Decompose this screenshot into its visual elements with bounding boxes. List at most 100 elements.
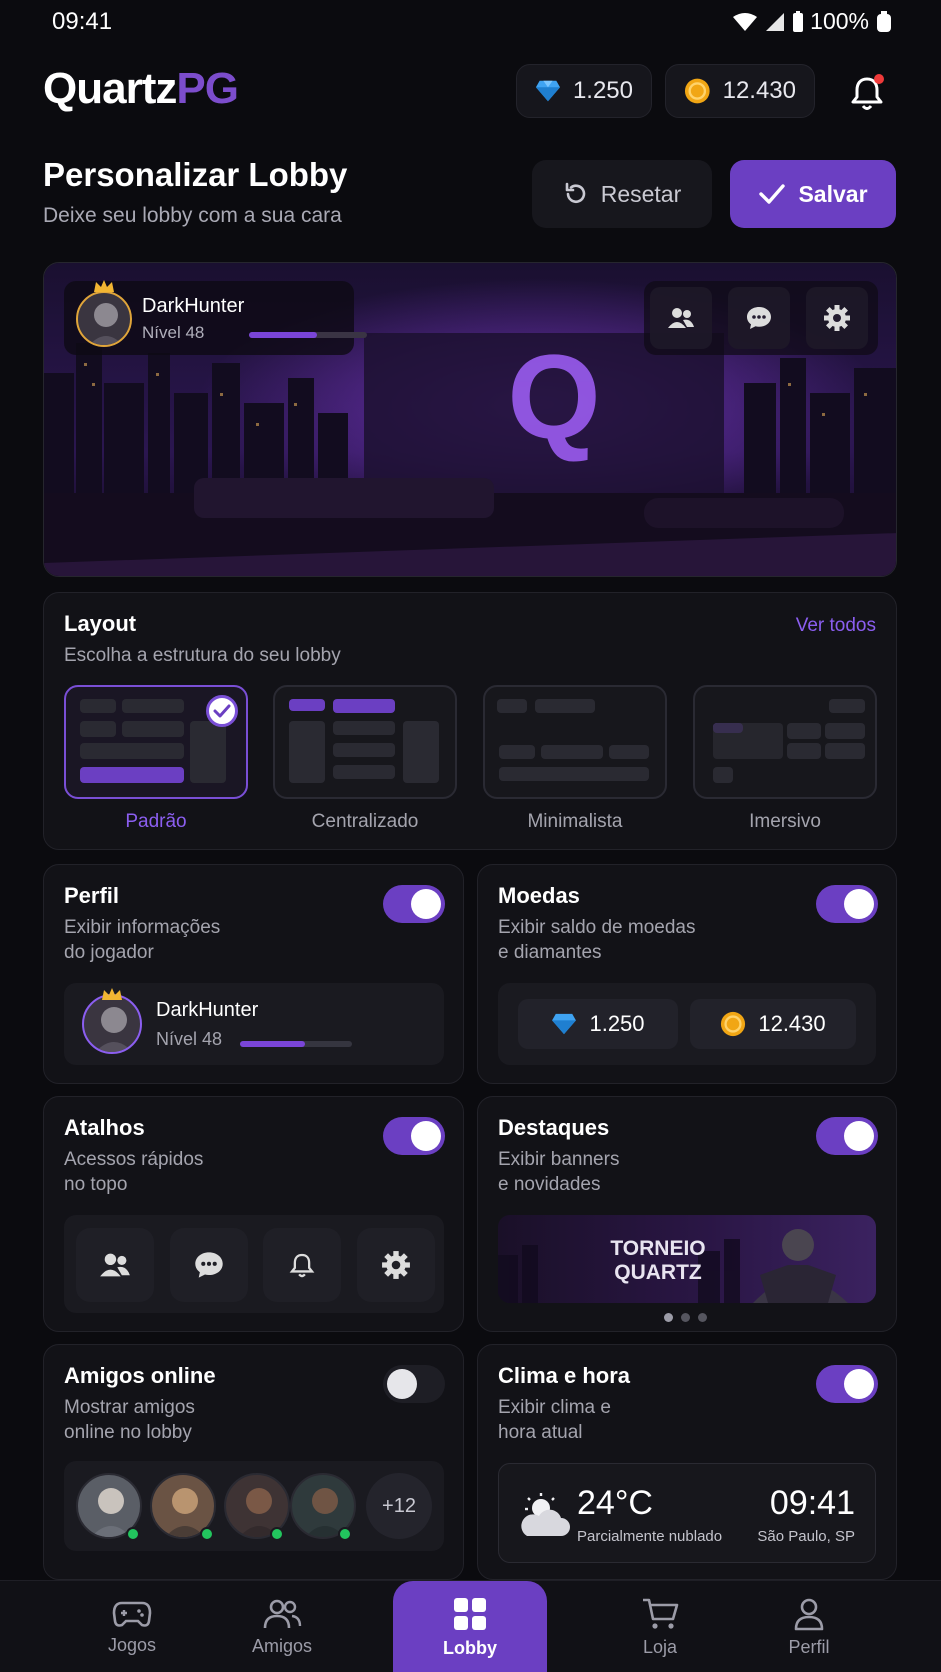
- signal-icon: [766, 12, 785, 31]
- wifi-icon: [733, 12, 758, 31]
- moedas-diamond-pill: 1.250: [518, 999, 678, 1049]
- widget-perfil-card: Perfil Exibir informações do jogador Dark…: [43, 864, 464, 1084]
- amigos-toggle[interactable]: [383, 1365, 445, 1403]
- gamepad-icon: [112, 1601, 152, 1627]
- shortcut-settings[interactable]: [357, 1228, 435, 1302]
- coin-icon: [684, 78, 710, 104]
- users-icon: [263, 1599, 302, 1628]
- layout-option-centralizado[interactable]: [273, 685, 457, 799]
- cart-icon: [643, 1598, 679, 1629]
- perfil-xp-bar: [240, 1041, 352, 1047]
- brand-name-b: PG: [176, 64, 239, 113]
- perfil-xp-fill: [240, 1041, 305, 1047]
- destaques-desc: Exibir banners e novidades: [498, 1149, 620, 1195]
- clima-city: São Paulo, SP: [757, 1528, 855, 1545]
- notification-dot: [874, 74, 884, 84]
- brand-name-a: Quartz: [43, 64, 177, 113]
- perfil-toggle[interactable]: [383, 885, 445, 923]
- chat-icon: [747, 307, 771, 329]
- svg-text:Q: Q: [507, 330, 600, 464]
- layout-title: Layout: [64, 611, 137, 636]
- status-icons: 100%: [732, 8, 893, 35]
- clima-preview: 24°C Parcialmente nublado 09:41 São Paul…: [498, 1463, 876, 1563]
- status-time: 09:41: [52, 8, 113, 35]
- preview-player-level: Nível 48: [142, 323, 205, 342]
- user-icon: [794, 1598, 824, 1630]
- brand-logo[interactable]: QuartzPG: [43, 64, 239, 114]
- banner-pagination: [664, 1313, 707, 1322]
- reset-label: Resetar: [600, 180, 682, 207]
- coin-value: 12.430: [722, 77, 796, 104]
- amigos-desc: Mostrar amigos online no lobby: [64, 1397, 195, 1443]
- save-label: Salvar: [798, 180, 868, 207]
- atalhos-title: Atalhos: [64, 1115, 145, 1140]
- users-icon: [100, 1253, 130, 1277]
- widget-clima-card: Clima e hora Exibir clima e hora atual 24…: [477, 1344, 897, 1580]
- status-bar: 09:41 100%: [0, 0, 941, 48]
- nav-label-lobby: Lobby: [443, 1637, 497, 1658]
- moedas-toggle[interactable]: [816, 885, 878, 923]
- clima-toggle[interactable]: [816, 1365, 878, 1403]
- page-subtitle: Deixe seu lobby com a sua cara: [43, 204, 342, 227]
- coin-icon: [721, 1011, 746, 1037]
- perfil-player-name: DarkHunter: [156, 999, 259, 1021]
- atalhos-toggle[interactable]: [383, 1117, 445, 1155]
- online-dot: [338, 1527, 352, 1541]
- layout-label-imersivo: Imersivo: [749, 811, 821, 832]
- perfil-title: Perfil: [64, 883, 120, 908]
- preview-settings-button: [806, 287, 868, 349]
- layout-option-padrao[interactable]: [64, 685, 248, 799]
- crown-icon: [94, 280, 114, 292]
- widget-destaques-card: Destaques Exibir banners e novidades TORN…: [477, 1096, 897, 1332]
- crown-icon: [102, 988, 122, 1000]
- battery-percent: 100%: [810, 8, 869, 34]
- perfil-desc: Exibir informações do jogador: [64, 917, 221, 963]
- moedas-title: Moedas: [498, 883, 580, 908]
- diamond-balance[interactable]: 1.250: [516, 64, 652, 118]
- save-button[interactable]: Salvar: [730, 160, 896, 228]
- nav-label-amigos: Amigos: [251, 1635, 313, 1656]
- shortcut-chat[interactable]: [170, 1228, 248, 1302]
- clima-temperature: 24°C: [577, 1484, 653, 1522]
- online-dot: [126, 1527, 140, 1541]
- moedas-preview: 1.250 12.430: [498, 983, 876, 1065]
- layout-option-imersivo[interactable]: [693, 685, 877, 799]
- gear-icon: [824, 305, 850, 331]
- reset-button[interactable]: Resetar: [532, 160, 712, 228]
- player-avatar: [76, 291, 132, 347]
- perfil-preview: DarkHunter Nível 48: [64, 983, 444, 1065]
- nav-item-perfil[interactable]: Perfil: [749, 1581, 869, 1672]
- destaques-toggle[interactable]: [816, 1117, 878, 1155]
- clima-time: 09:41: [769, 1484, 855, 1522]
- see-all-link[interactable]: Ver todos: [796, 615, 876, 637]
- nav-item-amigos[interactable]: Amigos: [222, 1581, 342, 1672]
- shortcut-friends[interactable]: [76, 1228, 154, 1302]
- chat-icon: [195, 1252, 223, 1278]
- widget-amigos-card: Amigos online Mostrar amigos online no lo…: [43, 1344, 464, 1580]
- battery-icon: [793, 10, 804, 32]
- shortcut-notifications[interactable]: [263, 1228, 341, 1302]
- layout-label-minimalista: Minimalista: [527, 811, 623, 832]
- coin-balance[interactable]: 12.430: [665, 64, 815, 118]
- layout-card: Layout Escolha a estrutura do seu lobby …: [43, 592, 897, 850]
- moedas-desc: Exibir saldo de moedas e diamantes: [498, 917, 696, 963]
- nav-label-loja: Loja: [642, 1636, 678, 1657]
- reset-icon: [565, 182, 586, 203]
- diamond-icon: [552, 1013, 577, 1035]
- online-dot: [200, 1527, 214, 1541]
- selected-check-icon: [206, 695, 238, 727]
- layout-label-padrao: Padrão: [125, 811, 187, 832]
- destaques-banner[interactable]: TORNEIO QUARTZ: [498, 1215, 876, 1303]
- preview-player-name: DarkHunter: [142, 295, 245, 317]
- layout-option-minimalista[interactable]: [483, 685, 667, 799]
- nav-item-jogos[interactable]: Jogos: [72, 1581, 192, 1672]
- page-title: Personalizar Lobby: [43, 156, 348, 193]
- clima-title: Clima e hora: [498, 1363, 631, 1388]
- destaques-title: Destaques: [498, 1115, 610, 1140]
- nav-item-loja[interactable]: Loja: [600, 1581, 720, 1672]
- preview-player-card: DarkHunter Nível 48: [64, 280, 367, 355]
- notification-button[interactable]: [846, 72, 888, 114]
- nav-item-lobby[interactable]: Lobby: [393, 1581, 547, 1672]
- grid-icon: [454, 1597, 486, 1630]
- lobby-preview: Q DarkHunter Nível 48: [43, 262, 897, 577]
